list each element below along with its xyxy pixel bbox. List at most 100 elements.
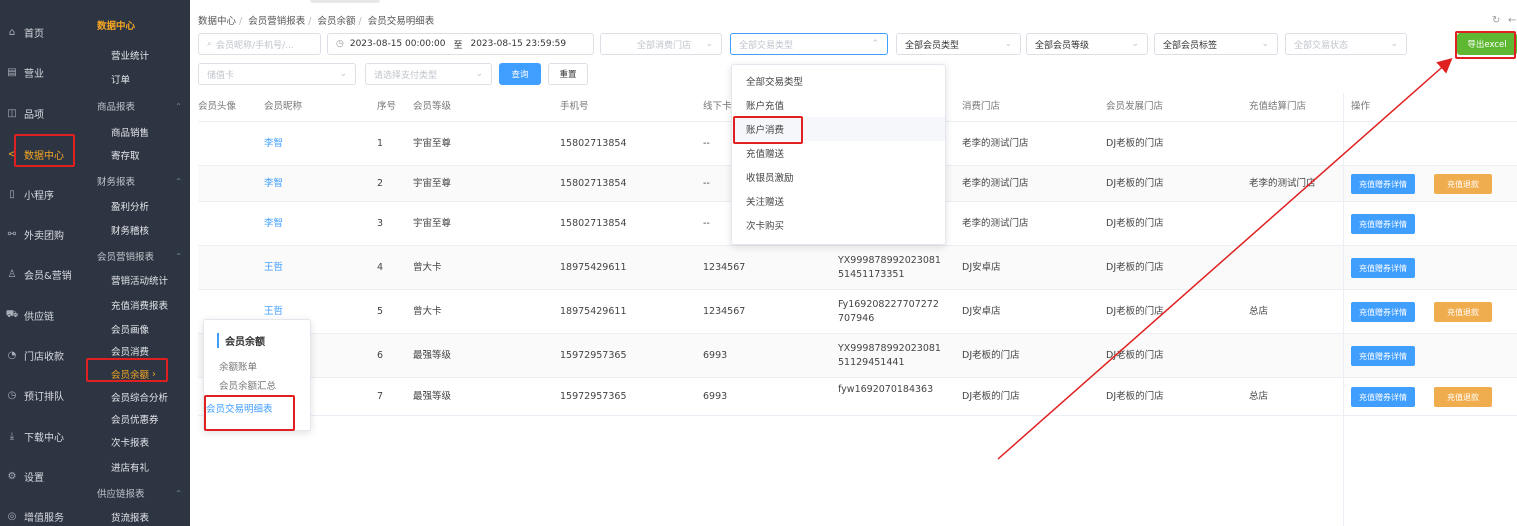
recharge-refund-button[interactable]: 充值退款 (1434, 302, 1492, 322)
chevron-right-icon: › (152, 368, 156, 380)
primary-nav-item[interactable]: ⚙ 设置 (0, 462, 90, 490)
submenu-item-balance-summary[interactable]: 会员余额汇总 (219, 378, 276, 392)
dropdown-option[interactable]: 收银员激励 (732, 165, 945, 189)
breadcrumb-item[interactable]: 会员营销报表 (248, 16, 305, 27)
member-tag-select[interactable]: 全部会员标签 ⌄ (1154, 33, 1278, 55)
secondary-nav-label: 寄存取 (111, 151, 140, 162)
secondary-nav-item[interactable]: 营销活动统计 (90, 271, 190, 289)
secondary-nav-item[interactable]: 财务稽核 (90, 221, 190, 239)
secondary-nav-group[interactable]: 财务报表 ⌃ (90, 172, 190, 190)
export-excel-button[interactable]: 导出excel (1457, 33, 1517, 55)
dropdown-option[interactable]: 次卡购买 (732, 213, 945, 237)
member-level-select[interactable]: 全部会员等级 ⌄ (1026, 33, 1148, 55)
recharge-refund-button[interactable]: 充值退款 (1434, 174, 1492, 194)
primary-nav-item[interactable]: ◷ 预订排队 (0, 381, 90, 409)
query-button[interactable]: 查询 (499, 63, 541, 85)
recharge-coupon-detail-button[interactable]: 充值赠券详情 (1351, 302, 1415, 322)
table-cell-nick[interactable]: 李智 (264, 217, 283, 231)
date-range-picker[interactable]: ◷ 2023-08-15 00:00:00 至 2023-08-15 23:59… (327, 33, 594, 55)
submenu-item-transaction-detail[interactable]: 会员交易明细表 (206, 401, 273, 415)
primary-nav-item[interactable]: ⤓ 下载中心 (0, 422, 90, 450)
table-cell-store: 老李的测试门店 (962, 138, 1029, 149)
recharge-coupon-detail-button[interactable]: 充值赠券详情 (1351, 346, 1415, 366)
primary-nav-item[interactable]: ♙ 会员&营销 (0, 260, 90, 288)
pay-type-select[interactable]: 请选择支付类型 ⌄ (365, 63, 492, 85)
secondary-nav-item[interactable]: 会员画像 (90, 320, 190, 338)
breadcrumb-separator: / (308, 16, 312, 27)
back-icon[interactable]: ← (1508, 15, 1516, 26)
submenu-item-balance-bill[interactable]: 余额账单 (219, 359, 257, 373)
card-type-select[interactable]: 储值卡 ⌄ (198, 63, 356, 85)
secondary-nav-item[interactable]: 会员余额 › (90, 365, 190, 383)
primary-nav-item[interactable]: ⌂ 首页 (0, 18, 90, 46)
dropdown-option[interactable]: 充值赠送 (732, 141, 945, 165)
breadcrumb-item[interactable]: 会员余额 (318, 16, 356, 27)
secondary-nav-group[interactable]: 商品报表 ⌃ (90, 97, 190, 115)
breadcrumb-item[interactable]: 数据中心 (198, 16, 236, 27)
chevron-up-icon: ⌃ (871, 39, 879, 49)
table-cell-nick[interactable]: 王哲 (264, 305, 283, 319)
top-strip (0, 0, 1517, 8)
primary-nav-item[interactable]: ◫ 品项 (0, 99, 90, 127)
dropdown-option[interactable]: 全部交易类型 (732, 69, 945, 93)
secondary-nav-item[interactable]: 货流报表 (90, 508, 190, 526)
table-cell-dev: DJ老板的门店 (1106, 138, 1164, 149)
primary-nav-item[interactable]: ⊲ 数据中心 (0, 140, 90, 168)
secondary-nav-item[interactable]: 营业统计 (90, 46, 190, 64)
recharge-coupon-detail-button[interactable]: 充值赠券详情 (1351, 214, 1415, 234)
dropdown-option[interactable]: 储值卡充值 (732, 237, 945, 244)
secondary-nav-item[interactable]: 会员消费 (90, 342, 190, 360)
primary-nav-item[interactable]: ▯ 小程序 (0, 180, 90, 208)
primary-nav-item[interactable]: ▤ 营业 (0, 58, 90, 86)
dropdown-option[interactable]: 账户消费 (732, 117, 945, 141)
secondary-nav-item[interactable]: 订单 (90, 70, 190, 88)
primary-nav-item[interactable]: ⛟ 供应链 (0, 301, 90, 329)
download-icon: ⤓ (9, 430, 15, 442)
dropdown-option[interactable]: 账户充值 (732, 93, 945, 117)
refresh-icon[interactable]: ↻ (1492, 15, 1500, 26)
trade-type-dropdown: 全部交易类型账户充值账户消费充值赠送收银员激励关注赠送次卡购买储值卡充值 (731, 64, 946, 245)
secondary-nav-item[interactable]: 盈利分析 (90, 197, 190, 215)
recharge-coupon-detail-button[interactable]: 充值赠券详情 (1351, 387, 1415, 407)
primary-nav-item[interactable]: ⚯ 外卖团购 (0, 220, 90, 248)
primary-nav-label: 品项 (24, 109, 44, 121)
recharge-refund-button[interactable]: 充值退款 (1434, 387, 1492, 407)
primary-nav-item[interactable]: ◎ 增值服务 (0, 502, 90, 526)
member-type-select[interactable]: 全部会员类型 ⌄ (896, 33, 1021, 55)
table-cell-no: 4 (377, 262, 384, 273)
table-cell-no: 2 (377, 178, 384, 189)
secondary-nav-group[interactable]: 会员营销报表 ⌃ (90, 247, 190, 265)
secondary-nav-group[interactable]: 供应链报表 ⌃ (90, 484, 190, 502)
trade-status-select[interactable]: 全部交易状态 ⌄ (1285, 33, 1407, 55)
secondary-nav-item[interactable]: 寄存取 (90, 146, 190, 164)
secondary-nav-item[interactable]: 会员综合分析 (90, 388, 190, 406)
primary-nav-label: 外卖团购 (24, 230, 64, 242)
table-cell-serial: YX99987899202308151129451441 (838, 343, 941, 368)
primary-nav-item[interactable]: ◔ 门店收款 (0, 341, 90, 369)
home-icon: ⌂ (8, 26, 16, 38)
member-balance-submenu: 会员余额 余额账单 会员余额汇总 会员交易明细表 (203, 319, 311, 431)
recharge-coupon-detail-button[interactable]: 充值赠券详情 (1351, 174, 1415, 194)
secondary-nav-item[interactable]: 充值消费报表 (90, 296, 190, 314)
reset-button[interactable]: 重置 (548, 63, 588, 85)
clock-icon: ◷ (7, 389, 17, 401)
table-cell-nick[interactable]: 李智 (264, 177, 283, 191)
primary-nav-label: 首页 (24, 28, 44, 40)
table-cell-nick[interactable]: 王哲 (264, 261, 283, 275)
consume-store-select[interactable]: 全部消费门店 ⌄ (600, 33, 722, 55)
table-cell-card: 1234567 (703, 306, 746, 317)
dropdown-option[interactable]: 关注赠送 (732, 189, 945, 213)
secondary-nav-header[interactable]: 数据中心 (90, 16, 190, 34)
table-cell-nick[interactable]: 李智 (264, 137, 283, 151)
member-search-input[interactable]: ⌕ 会员昵称/手机号/... (198, 33, 321, 55)
secondary-nav-item[interactable]: 商品销售 (90, 123, 190, 141)
top-strip-dark (0, 0, 190, 8)
primary-nav-label: 供应链 (24, 311, 54, 323)
secondary-nav-item[interactable]: 会员优惠券 (90, 410, 190, 428)
secondary-nav-label: 商品报表 (97, 102, 136, 113)
recharge-coupon-detail-button[interactable]: 充值赠券详情 (1351, 258, 1415, 278)
table-cell-store: DJ安卓店 (962, 306, 1001, 317)
trade-type-select[interactable]: 全部交易类型 ⌃ (730, 33, 888, 55)
secondary-nav-item[interactable]: 次卡报表 (90, 433, 190, 451)
secondary-nav-item[interactable]: 进店有礼 (90, 458, 190, 476)
